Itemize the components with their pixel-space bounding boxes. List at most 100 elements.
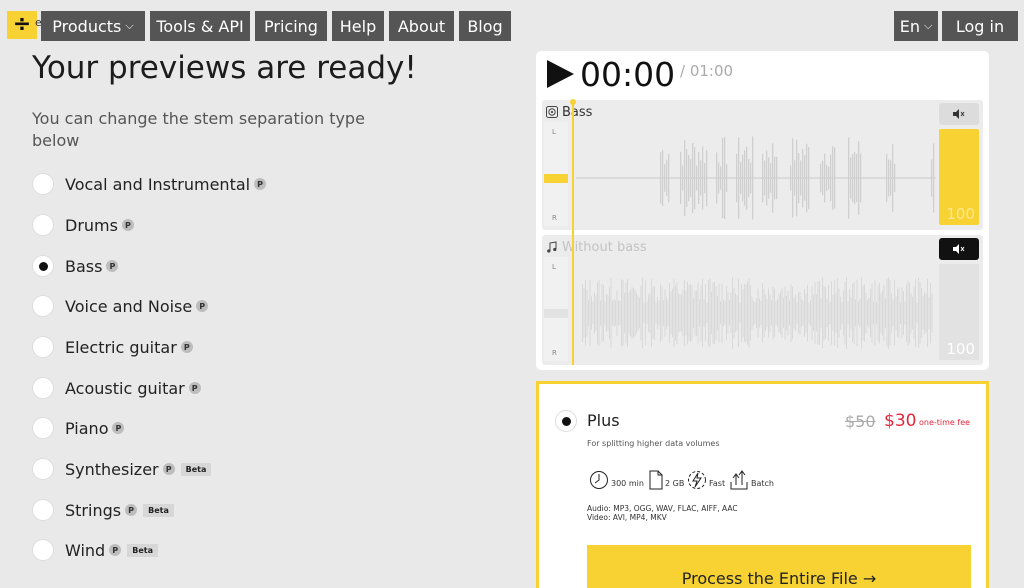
supported-formats: Audio: MP3, OGG, WAV, FLAC, AIFF, AAC Vi… [587, 504, 738, 522]
nav-about[interactable]: About [389, 11, 454, 41]
plan-name: Plus [587, 411, 620, 430]
feature-label: 2 GB [665, 479, 685, 488]
track-label: Bass [562, 105, 593, 120]
divide-logo-icon: ÷ [12, 12, 32, 37]
option-drums[interactable]: Drums P [32, 212, 134, 238]
radio-button[interactable] [32, 295, 54, 317]
option-label: Acoustic guitar [65, 378, 185, 398]
feature-label: 300 min [611, 479, 644, 488]
channel-left-label: L [552, 263, 556, 271]
radio-button-selected[interactable] [32, 255, 54, 277]
volume-mute-icon [953, 109, 965, 119]
option-piano[interactable]: Piano P [32, 415, 125, 441]
process-file-label: Process the Entire File → [681, 569, 877, 588]
plan-card[interactable]: Plus For splitting higher data volumes $… [536, 381, 989, 588]
upload-batch-icon [730, 470, 748, 490]
volume-slider[interactable]: 100 [939, 264, 979, 360]
radio-button[interactable] [32, 173, 54, 195]
playhead[interactable] [572, 101, 574, 365]
mute-button[interactable] [939, 103, 979, 125]
option-voice-noise[interactable]: Voice and Noise P [32, 293, 209, 319]
clock-icon [590, 471, 608, 489]
option-synthesizer[interactable]: Synthesizer P Beta [32, 456, 212, 482]
nav-products-label: Products [52, 16, 122, 36]
radio-button[interactable] [32, 539, 54, 561]
option-label: Electric guitar [65, 337, 177, 357]
nav-products[interactable]: Products ⌵ [41, 11, 145, 41]
option-strings[interactable]: Strings P Beta [32, 497, 174, 523]
process-file-button[interactable]: Process the Entire File → [587, 545, 971, 588]
feature-speed: Fast [687, 470, 725, 490]
track-without-bass: Without bass L R 100 [542, 235, 983, 365]
volume-value: 100 [946, 205, 975, 223]
nav-pricing[interactable]: Pricing [255, 11, 327, 41]
page-subtitle: You can change the stem separation type … [32, 109, 365, 150]
beta-badge: Beta [127, 543, 158, 557]
option-electric-guitar[interactable]: Electric guitar P [32, 334, 193, 360]
language-select[interactable]: En ⌵ [894, 11, 938, 41]
playhead-handle[interactable] [570, 99, 576, 105]
option-label: Wind [65, 540, 106, 560]
option-wind[interactable]: Wind P Beta [32, 537, 158, 563]
logo[interactable]: ÷ [7, 11, 37, 39]
option-label: Drums [65, 215, 118, 235]
radio-button[interactable] [32, 214, 54, 236]
price-original: $50 [845, 412, 876, 431]
radio-button[interactable] [32, 458, 54, 480]
chevron-down-icon: ⌵ [125, 19, 134, 32]
option-bass[interactable]: Bass P [32, 253, 119, 279]
premium-badge-icon: P [112, 422, 125, 434]
channel-meter: L R [544, 257, 568, 361]
play-icon[interactable] [545, 59, 575, 89]
volume-value: 100 [946, 340, 975, 358]
channel-balance-indicator[interactable] [544, 309, 568, 318]
nav-help[interactable]: Help [332, 11, 384, 41]
option-label: Strings [65, 500, 122, 520]
plan-radio-selected[interactable] [555, 410, 577, 432]
premium-badge-icon: P [121, 219, 134, 231]
waveform-without-bass[interactable] [576, 259, 936, 359]
page-title: Your previews are ready! [32, 50, 417, 86]
price-fee-note: one-time fee [919, 418, 971, 427]
waveform-bass[interactable] [576, 124, 936, 224]
channel-right-label: R [552, 214, 557, 222]
track-label: Without bass [562, 240, 647, 255]
price-discounted: $30 [884, 411, 917, 431]
language-label: En [899, 16, 920, 36]
radio-button[interactable] [32, 417, 54, 439]
speaker-icon [546, 106, 558, 118]
login-button[interactable]: Log in [942, 11, 1018, 41]
duration: / 01:00 [680, 62, 734, 80]
channel-right-label: R [552, 349, 557, 357]
volume-slider[interactable]: 100 [939, 129, 979, 225]
track-bass: Bass L R 100 [542, 100, 983, 230]
chevron-down-icon: ⌵ [923, 19, 933, 32]
option-acoustic-guitar[interactable]: Acoustic guitar P [32, 375, 201, 401]
channel-meter: L R [544, 122, 568, 226]
nav-tools-api[interactable]: Tools & API [150, 11, 250, 41]
feature-duration: 300 min [589, 470, 644, 490]
mute-button[interactable] [939, 238, 979, 260]
nav-blog[interactable]: Blog [459, 11, 511, 41]
lightning-icon [688, 471, 706, 489]
radio-button[interactable] [32, 336, 54, 358]
premium-badge-icon: P [196, 300, 209, 312]
premium-badge-icon: P [254, 178, 267, 190]
premium-badge-icon: P [109, 544, 122, 556]
beta-badge: Beta [180, 462, 212, 476]
channel-left-label: L [552, 128, 556, 136]
radio-button[interactable] [32, 499, 54, 521]
option-vocal-instrumental[interactable]: Vocal and Instrumental P [32, 171, 267, 197]
channel-balance-indicator[interactable] [544, 174, 568, 183]
video-formats: Video: AVI, MP4, MKV [587, 513, 667, 522]
option-label: Synthesizer [65, 459, 159, 479]
current-time: 00:00 [580, 55, 676, 94]
feature-size: 2 GB [649, 470, 684, 490]
beta-badge: Beta [143, 503, 174, 517]
feature-label: Batch [751, 479, 774, 488]
plan-description: For splitting higher data volumes [587, 439, 720, 448]
audio-formats: Audio: MP3, OGG, WAV, FLAC, AIFF, AAC [587, 504, 738, 513]
music-note-icon [547, 241, 557, 253]
option-label: Vocal and Instrumental [65, 174, 251, 194]
radio-button[interactable] [32, 377, 54, 399]
